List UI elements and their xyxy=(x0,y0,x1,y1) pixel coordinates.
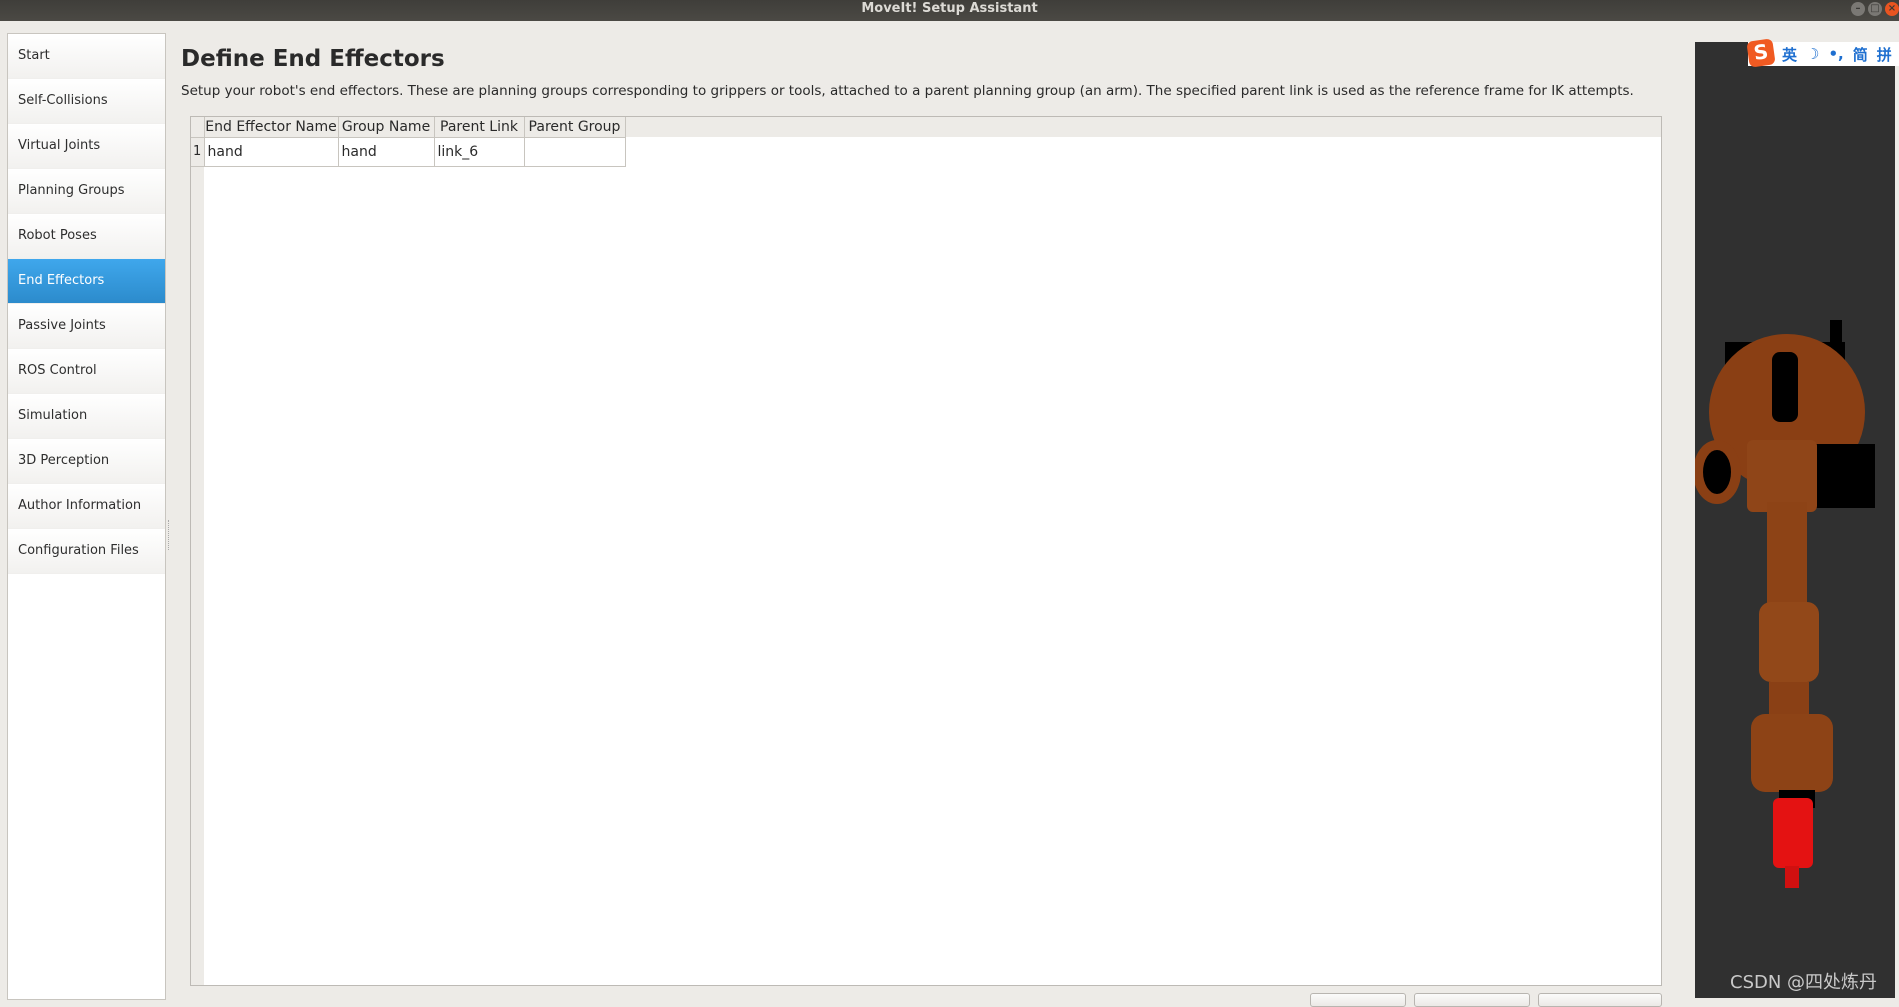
sidebar-item-end-effectors[interactable]: End Effectors xyxy=(8,259,165,304)
end-effector-hand xyxy=(1773,798,1813,868)
window-titlebar: MoveIt! Setup Assistant – □ × xyxy=(0,0,1899,21)
ime-toolbar[interactable]: S 英 ☽ •, 简 拼 xyxy=(1746,38,1899,68)
gripper-fingers xyxy=(1785,866,1799,888)
shoulder-motor-hole xyxy=(1703,450,1731,494)
sogou-logo-icon: S xyxy=(1746,38,1776,68)
row-header-column xyxy=(191,137,204,985)
sidebar-item-self-collisions[interactable]: Self-Collisions xyxy=(8,79,165,124)
sidebar-item-author-information[interactable]: Author Information xyxy=(8,484,165,529)
sidebar-item-simulation[interactable]: Simulation xyxy=(8,394,165,439)
wrist xyxy=(1751,714,1833,792)
page-description: Setup your robot's end effectors. These … xyxy=(181,83,1634,99)
delete-selected-button[interactable] xyxy=(1310,993,1406,1007)
ime-moon-icon[interactable]: ☽ xyxy=(1806,45,1819,63)
sidebar-item-start[interactable]: Start xyxy=(8,34,165,79)
page-title: Define End Effectors xyxy=(181,46,445,72)
window-controls: – □ × xyxy=(1851,2,1899,16)
cell-parent-group[interactable] xyxy=(524,137,626,167)
add-end-effector-button[interactable] xyxy=(1538,993,1662,1007)
table-row[interactable]: 1 hand hand link_6 xyxy=(191,137,626,167)
maximize-button[interactable]: □ xyxy=(1868,2,1882,16)
robot-3d-viewer[interactable] xyxy=(1695,42,1895,998)
column-header-group-name[interactable]: Group Name xyxy=(338,117,435,138)
column-header-parent-link[interactable]: Parent Link xyxy=(434,117,525,138)
window-title: MoveIt! Setup Assistant xyxy=(861,1,1038,16)
sidebar-item-3d-perception[interactable]: 3D Perception xyxy=(8,439,165,484)
ime-punctuation-icon[interactable]: •, xyxy=(1828,45,1843,63)
edit-selected-button[interactable] xyxy=(1414,993,1530,1007)
sidebar-item-configuration-files[interactable]: Configuration Files xyxy=(8,529,165,574)
sidebar-item-ros-control[interactable]: ROS Control xyxy=(8,349,165,394)
watermark: CSDN @四处炼丹 xyxy=(1730,972,1878,993)
end-effectors-table: End Effector Name Group Name Parent Link… xyxy=(190,116,1662,986)
robot-model xyxy=(1695,320,1875,888)
ime-simplified-toggle[interactable]: 简 xyxy=(1853,44,1868,65)
sidebar-item-virtual-joints[interactable]: Virtual Joints xyxy=(8,124,165,169)
sidebar-nav: Start Self-Collisions Virtual Joints Pla… xyxy=(7,33,166,1000)
cell-end-effector-name[interactable]: hand xyxy=(204,137,339,167)
cell-group-name[interactable]: hand xyxy=(338,137,435,167)
sidebar-item-passive-joints[interactable]: Passive Joints xyxy=(8,304,165,349)
close-button[interactable]: × xyxy=(1885,2,1899,16)
base-mount xyxy=(1772,352,1798,422)
sidebar-item-planning-groups[interactable]: Planning Groups xyxy=(8,169,165,214)
elbow xyxy=(1759,602,1819,682)
motor-block xyxy=(1813,444,1875,508)
column-header-parent-group[interactable]: Parent Group xyxy=(524,117,626,138)
sidebar-item-robot-poses[interactable]: Robot Poses xyxy=(8,214,165,259)
base-post xyxy=(1830,320,1842,350)
row-number[interactable]: 1 xyxy=(191,137,205,167)
cell-parent-link[interactable]: link_6 xyxy=(434,137,525,167)
ime-pinyin-toggle[interactable]: 拼 xyxy=(1877,44,1892,65)
corner-cell xyxy=(191,117,205,138)
splitter-handle[interactable] xyxy=(168,520,170,550)
minimize-button[interactable]: – xyxy=(1851,2,1865,16)
shoulder-joint xyxy=(1747,440,1817,512)
end-effectors-grid: End Effector Name Group Name Parent Link… xyxy=(191,117,626,167)
ime-language-toggle[interactable]: 英 xyxy=(1782,44,1797,65)
column-header-end-effector-name[interactable]: End Effector Name xyxy=(204,117,339,138)
